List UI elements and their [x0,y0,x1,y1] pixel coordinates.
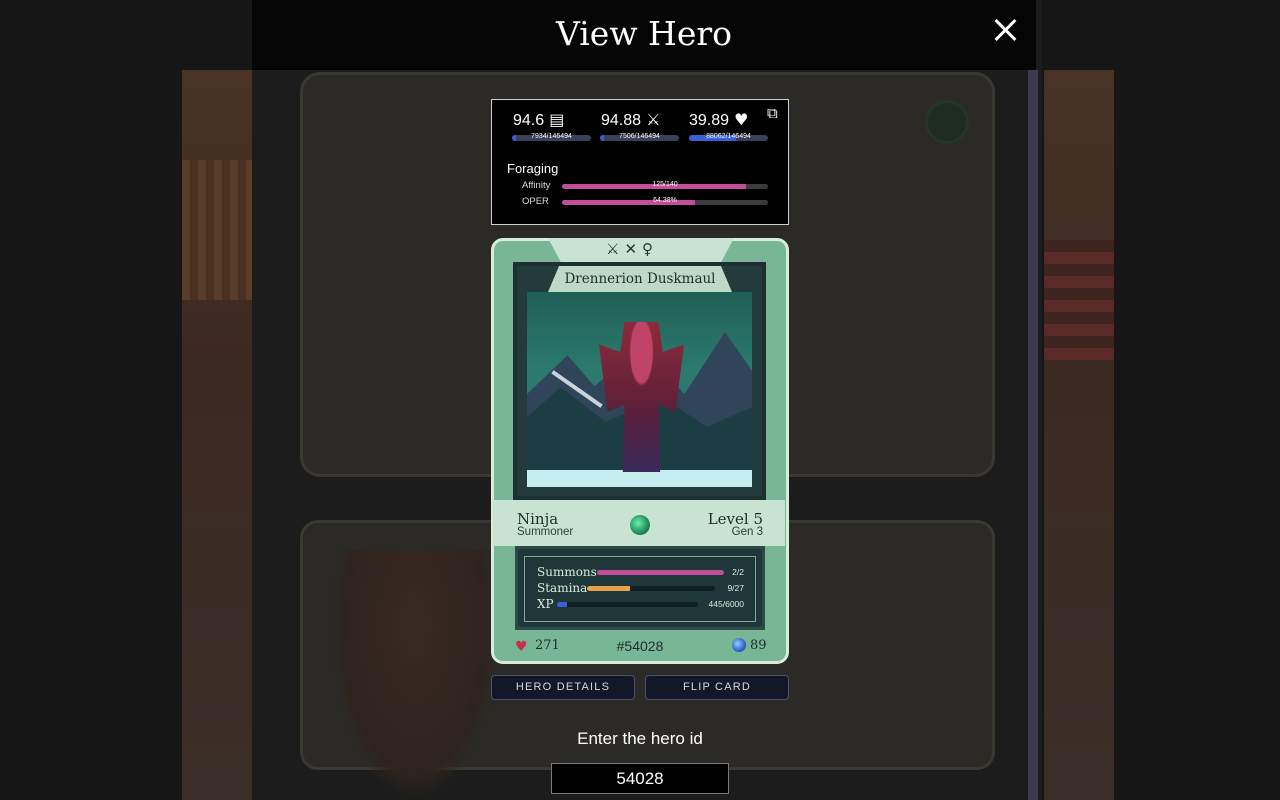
stat-mining-progress: 7934/146494 [531,133,572,140]
background-scene-left [182,70,254,800]
xp-label: XP [537,597,554,611]
xp-value: 445/6000 [708,599,744,609]
heart-icon: ♥ [734,110,749,129]
hero-hp: 271 [535,638,560,653]
modal-title: View Hero [555,14,733,53]
crossed-swords-icon: ⚔ [646,110,661,129]
stat-mining: 94.6 ▤ [513,110,564,130]
stat-mining-value: 94.6 [513,112,545,129]
hero-generation: Gen 3 [731,526,763,538]
xp-bar [557,602,698,607]
close-icon[interactable] [992,17,1018,43]
summons-value: 2/2 [732,567,744,577]
summons-label: Summons [537,565,597,579]
stat-gardening-progress: 7506/146494 [619,133,660,140]
stat-gardening-value: 94.88 [601,112,642,129]
flip-card-button[interactable]: FLIP CARD [645,675,789,700]
hero-details-button[interactable]: HERO DETAILS [491,675,635,700]
snow-ground [527,470,752,487]
stat-fishing-progress: 88062/146494 [706,133,751,140]
stamina-fill [587,586,630,591]
oper-value: 64.38% [653,197,677,204]
stat-fishing-value: 39.89 [689,112,730,129]
mp-gem-icon [732,638,746,652]
xp-fill [557,602,568,607]
stat-fishing: 39.89 ♥ [689,110,748,130]
oper-label: OPER [522,196,549,207]
sub-class: Summoner [517,526,574,538]
stamina-label: Stamina [537,581,588,595]
hp-heart-icon: ♥ [515,639,528,655]
npc-portrait [330,550,500,800]
affinity-value: 125/140 [652,181,678,188]
hero-id-number: #54028 [616,638,664,654]
background-close-icon [925,100,969,144]
stat-gardening: 94.88 ⚔ [601,110,660,130]
external-link-icon[interactable]: ⧉ [767,104,783,122]
modal-header: View Hero [252,0,1036,70]
affinity-label: Affinity [522,180,551,191]
stamina-value: 9/27 [727,583,744,593]
book-icon: ▤ [549,110,565,129]
element-gem-icon [630,515,650,535]
background-scene-right [1044,70,1114,800]
card-trait-icons: ⚔✕♀ [606,240,659,258]
modal-scrollbar[interactable] [1028,70,1038,800]
hero-id-input[interactable] [551,763,729,794]
profession-label: Foraging [507,161,559,176]
hero-id-label: Enter the hero id [577,729,703,748]
hero-mp: 89 [750,638,767,653]
hero-name: Drennerion Duskmaul [564,271,716,287]
hero-portrait [527,292,752,487]
